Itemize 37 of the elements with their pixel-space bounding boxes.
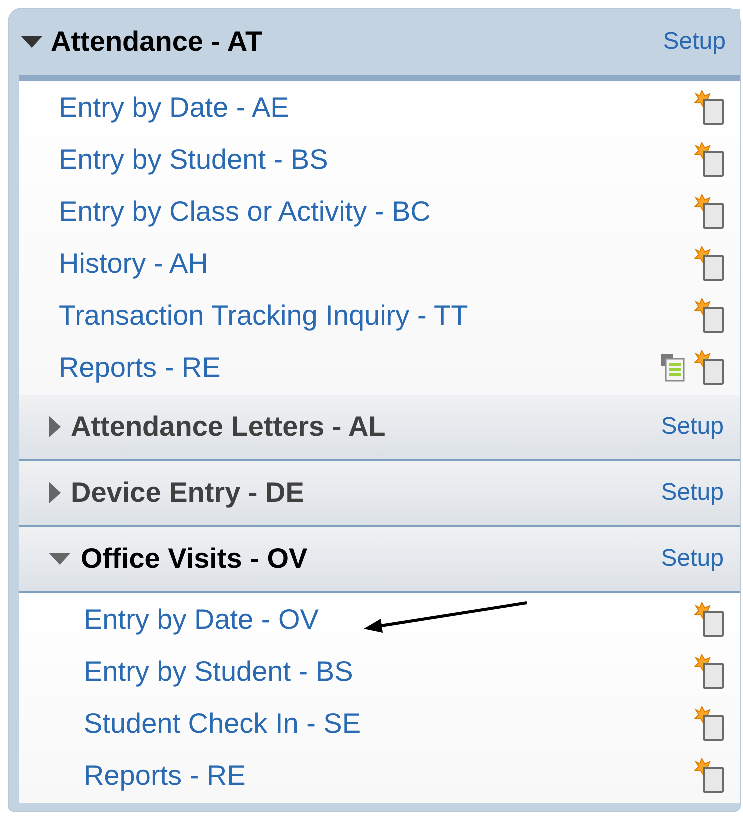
expand-caret-icon[interactable] <box>49 482 61 504</box>
collapse-caret-icon[interactable] <box>49 553 71 565</box>
section-title: Office Visits - OV <box>81 542 308 576</box>
new-page-icon[interactable] <box>692 706 726 742</box>
new-page-icon[interactable] <box>692 246 726 282</box>
setup-link[interactable]: Setup <box>661 475 724 511</box>
menu-link[interactable]: Entry by Student - BS <box>59 139 692 181</box>
new-page-icon[interactable] <box>692 142 726 178</box>
section-header[interactable]: Office Visits - OV Setup <box>19 527 740 593</box>
section-title: Attendance Letters - AL <box>71 410 386 444</box>
menu-link[interactable]: Reports - RE <box>84 755 692 797</box>
menu-link[interactable]: Reports - RE <box>59 347 660 389</box>
section-header[interactable]: Attendance - AT Setup <box>19 9 740 81</box>
new-page-icon[interactable] <box>692 654 726 690</box>
setup-link[interactable]: Setup <box>661 409 724 445</box>
report-icon[interactable] <box>660 353 686 383</box>
section-header[interactable]: Attendance Letters - AL Setup <box>19 395 740 461</box>
new-page-icon[interactable] <box>692 90 726 126</box>
menu-link[interactable]: Entry by Date - OV <box>84 599 692 641</box>
menu-link[interactable]: Transaction Tracking Inquiry - TT <box>59 295 692 337</box>
setup-link[interactable]: Setup <box>661 541 724 577</box>
new-page-icon[interactable] <box>692 602 726 638</box>
menu-link[interactable]: Student Check In - SE <box>84 703 692 745</box>
section-header[interactable]: Device Entry - DE Setup <box>19 461 740 527</box>
new-page-icon[interactable] <box>692 758 726 794</box>
section-title: Attendance - AT <box>51 25 263 59</box>
expand-caret-icon[interactable] <box>49 416 61 438</box>
menu-link[interactable]: Entry by Class or Activity - BC <box>59 191 692 233</box>
menu-link[interactable]: Entry by Date - AE <box>59 87 692 129</box>
new-page-icon[interactable] <box>692 298 726 334</box>
new-page-icon[interactable] <box>692 350 726 386</box>
menu-link[interactable]: History - AH <box>59 243 692 285</box>
setup-link[interactable]: Setup <box>663 24 726 60</box>
section-title: Device Entry - DE <box>71 476 304 510</box>
menu-link[interactable]: Entry by Student - BS <box>84 651 692 693</box>
new-page-icon[interactable] <box>692 194 726 230</box>
collapse-caret-icon[interactable] <box>21 36 43 48</box>
